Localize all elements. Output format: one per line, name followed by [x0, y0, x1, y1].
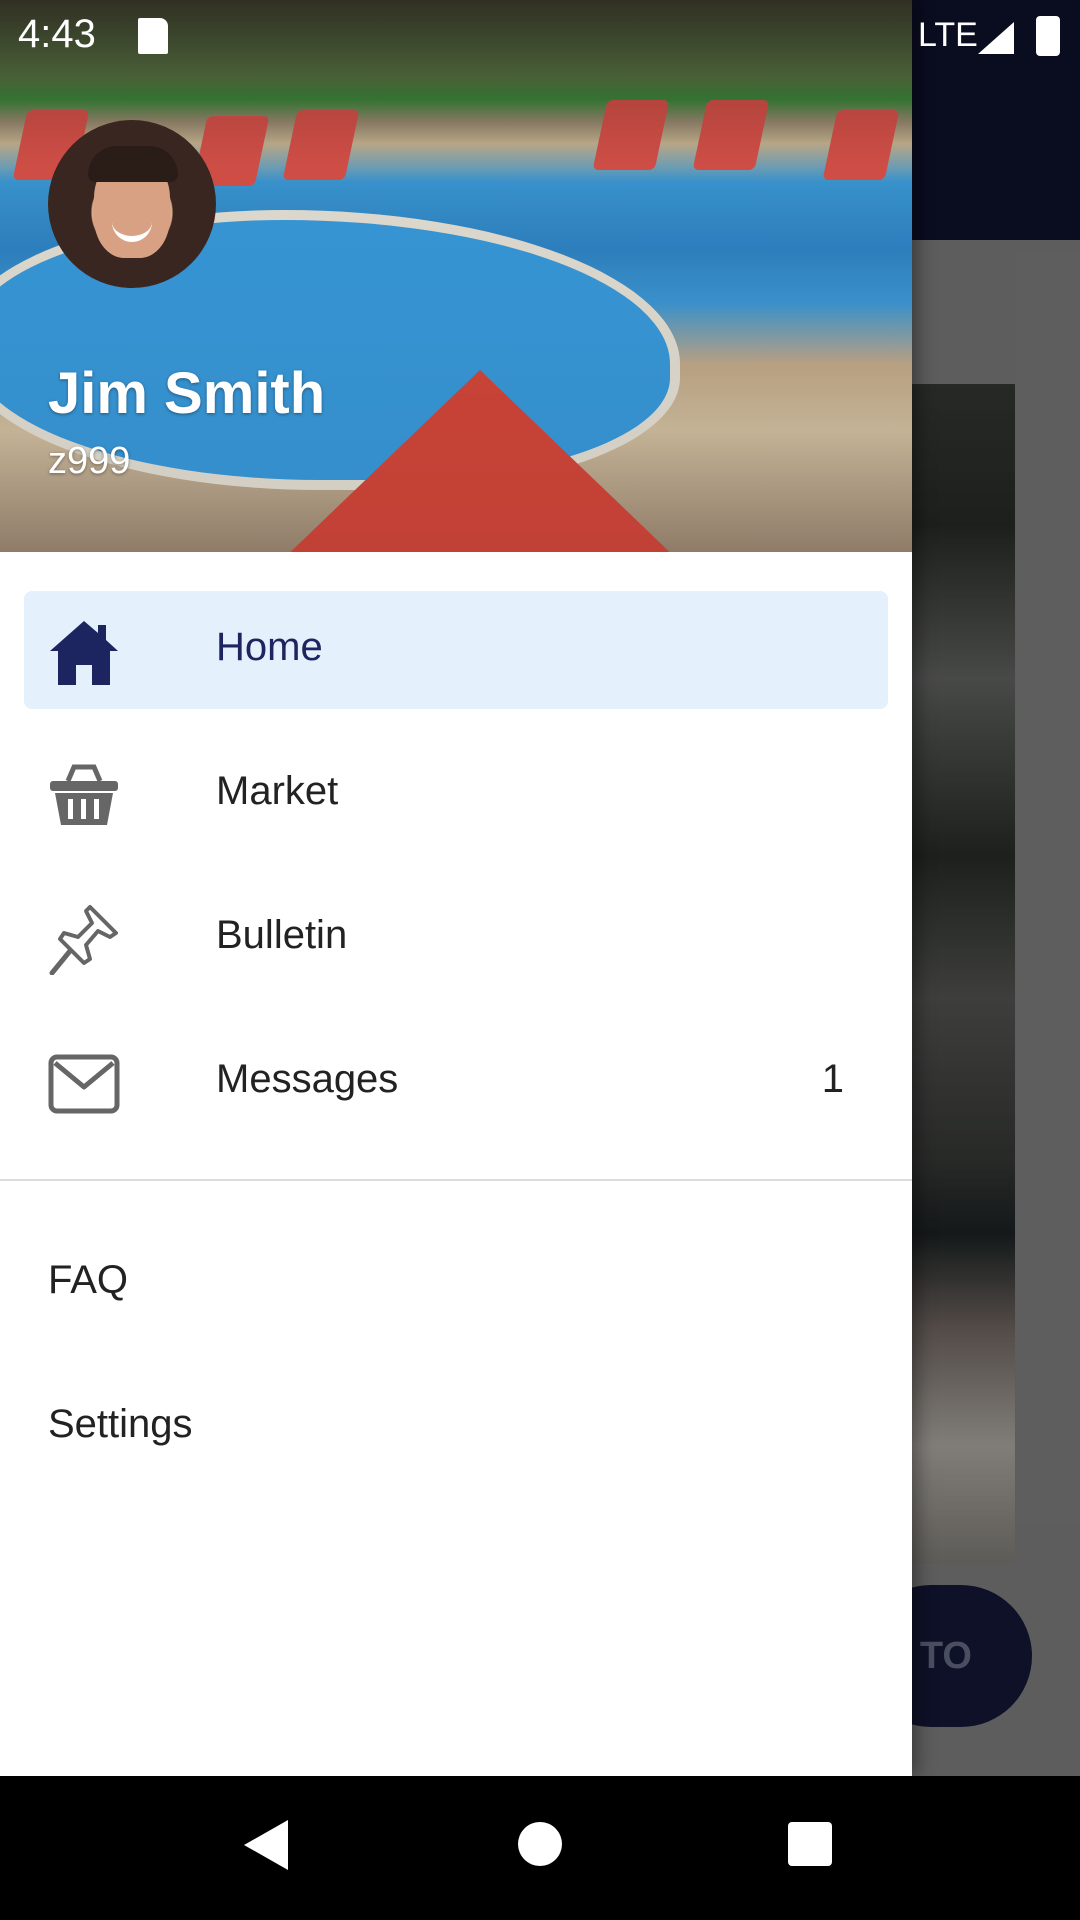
menu-item-messages[interactable]: Messages 1 — [24, 1023, 888, 1141]
back-icon[interactable] — [244, 1820, 288, 1870]
sd-card-icon — [138, 18, 168, 54]
menu-item-label: Bulletin — [216, 913, 348, 957]
menu-item-label: Home — [216, 625, 323, 669]
network-type: LTE — [918, 16, 978, 54]
navigation-drawer: Jim Smith z999 Home Market Bulletin Mess… — [0, 0, 912, 1776]
battery-charging-icon — [1036, 16, 1060, 56]
envelope-icon — [48, 1054, 120, 1114]
status-bar: 4:43 LTE — [0, 0, 1080, 72]
basket-icon — [50, 764, 118, 825]
pushpin-icon — [49, 905, 118, 975]
status-time: 4:43 — [18, 12, 96, 56]
menu-item-faq[interactable]: FAQ — [48, 1258, 128, 1303]
messages-count-badge: 1 — [821, 1057, 844, 1101]
system-nav-bar — [0, 1776, 1080, 1920]
menu-item-bulletin[interactable]: Bulletin — [24, 879, 888, 997]
menu-item-home[interactable]: Home — [24, 591, 888, 709]
user-id: z999 — [48, 440, 131, 482]
menu-item-label: Messages — [216, 1057, 399, 1101]
drawer-divider — [0, 1179, 912, 1181]
menu-item-market[interactable]: Market — [24, 735, 888, 853]
user-name: Jim Smith — [48, 361, 326, 426]
home-nav-icon[interactable] — [518, 1822, 562, 1866]
home-icon — [50, 621, 118, 685]
avatar[interactable] — [48, 120, 216, 288]
drawer-header: Jim Smith z999 — [0, 0, 912, 552]
signal-icon — [978, 22, 1014, 54]
menu-item-settings[interactable]: Settings — [48, 1402, 193, 1447]
recents-icon[interactable] — [788, 1822, 832, 1866]
menu-item-label: Market — [216, 769, 339, 813]
